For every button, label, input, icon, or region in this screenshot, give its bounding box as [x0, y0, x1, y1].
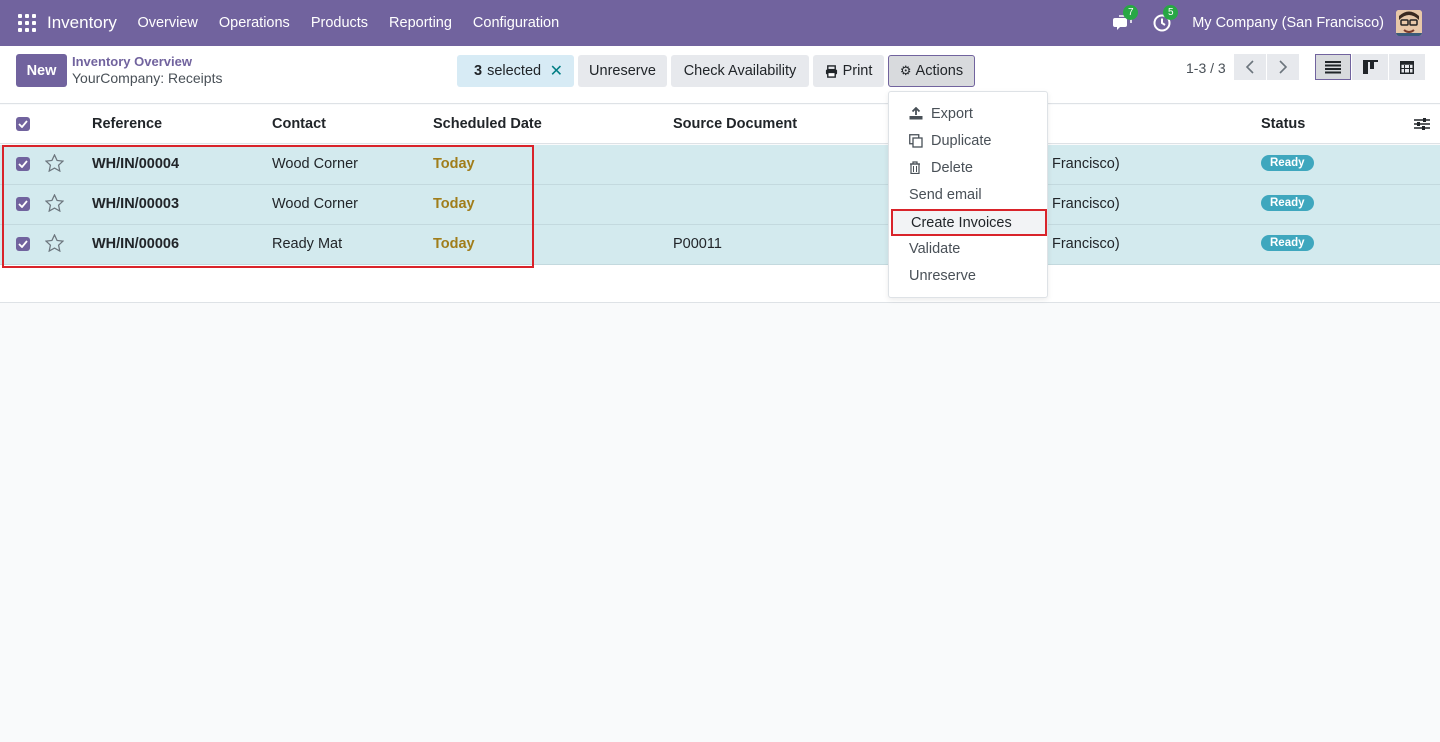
menu-item-validate[interactable]: Validate — [889, 235, 1047, 262]
control-panel: New Inventory Overview YourCompany: Rece… — [0, 46, 1440, 104]
print-label: Print — [842, 63, 873, 79]
messages-icon[interactable]: 7 — [1112, 5, 1139, 33]
menu-configuration[interactable]: Configuration — [462, 15, 569, 31]
cell-company: Francisco) — [1052, 196, 1120, 212]
selection-indicator: 3 selected ✕ — [457, 55, 574, 87]
menu-item-delete[interactable]: Delete — [889, 154, 1047, 181]
new-button[interactable]: New — [16, 54, 67, 87]
status-badge: Ready — [1261, 195, 1314, 211]
menu-item-unreserve[interactable]: Unreserve — [889, 262, 1047, 289]
cell-contact: Ready Mat — [272, 236, 343, 252]
column-header-scheduled-date[interactable]: Scheduled Date — [433, 116, 542, 132]
app-menu-grid-icon[interactable] — [18, 14, 36, 32]
top-navbar: Inventory Overview Operations Products R… — [0, 0, 1440, 46]
clear-selection-close-icon[interactable]: ✕ — [550, 61, 563, 81]
menu-operations[interactable]: Operations — [208, 15, 300, 31]
priority-star-icon[interactable] — [44, 153, 65, 175]
status-badge: Ready — [1261, 235, 1314, 251]
column-header-status[interactable]: Status — [1261, 116, 1305, 132]
selected-count: 3 — [474, 63, 483, 79]
menu-overview[interactable]: Overview — [127, 15, 208, 31]
select-all-checkbox[interactable] — [16, 117, 30, 131]
menu-item-send-email[interactable]: Send email — [889, 181, 1047, 208]
cell-contact: Wood Corner — [272, 196, 358, 212]
cell-reference: WH/IN/00004 — [92, 156, 180, 172]
menu-item-export[interactable]: Export — [889, 100, 1047, 127]
unreserve-button[interactable]: Unreserve — [578, 55, 667, 87]
cell-scheduled-date: Today — [433, 156, 475, 172]
breadcrumb-inventory-overview[interactable]: Inventory Overview — [72, 54, 222, 70]
menu-item-create-invoices[interactable]: Create Invoices — [891, 209, 1047, 236]
row-checkbox[interactable] — [16, 197, 30, 211]
cell-scheduled-date: Today — [433, 196, 475, 212]
activities-count-badge: 5 — [1163, 5, 1179, 20]
check-availability-button[interactable]: Check Availability — [671, 55, 809, 87]
optional-columns-sliders-icon[interactable] — [1414, 117, 1430, 134]
breadcrumb: Inventory Overview YourCompany: Receipts — [72, 54, 222, 86]
menu-reporting[interactable]: Reporting — [379, 15, 463, 31]
cell-source-document: P00011 — [673, 236, 722, 252]
table-row[interactable]: WH/IN/00003 Wood Corner Today Francisco)… — [0, 185, 1440, 225]
company-switcher[interactable]: My Company (San Francisco) — [1192, 15, 1384, 31]
pager-previous-chevron-left-icon[interactable] — [1234, 54, 1266, 80]
actions-button[interactable]: ⚙ Actions — [888, 55, 975, 87]
menu-item-delete-label: Delete — [931, 159, 973, 176]
cell-contact: Wood Corner — [272, 156, 358, 172]
status-badge: Ready — [1261, 155, 1314, 171]
priority-star-icon[interactable] — [44, 193, 65, 215]
menu-products[interactable]: Products — [300, 15, 378, 31]
pager-value[interactable]: 1-3 / 3 — [1186, 60, 1226, 76]
activities-clock-icon[interactable]: 5 — [1152, 5, 1179, 33]
cell-reference: WH/IN/00006 — [92, 236, 180, 252]
table-row[interactable]: WH/IN/00004 Wood Corner Today Francisco)… — [0, 145, 1440, 185]
kanban-view-icon[interactable] — [1352, 54, 1388, 80]
row-checkbox[interactable] — [16, 237, 30, 251]
printer-icon — [825, 64, 837, 78]
gear-icon: ⚙ — [899, 63, 912, 78]
actions-dropdown-menu: Export Duplicate Delete Send email Creat… — [888, 91, 1048, 298]
column-header-contact[interactable]: Contact — [272, 116, 326, 132]
actions-label: Actions — [915, 63, 964, 79]
menu-item-duplicate-label: Duplicate — [931, 132, 992, 149]
column-header-source-document[interactable]: Source Document — [673, 116, 797, 132]
menu-item-duplicate[interactable]: Duplicate — [889, 127, 1047, 154]
calendar-view-icon[interactable] — [1389, 54, 1425, 80]
priority-star-icon[interactable] — [44, 233, 65, 255]
table-row[interactable]: WH/IN/00006 Ready Mat Today P00011 Franc… — [0, 225, 1440, 265]
upload-icon — [909, 107, 925, 120]
list-view-icon[interactable] — [1315, 54, 1351, 80]
app-name[interactable]: Inventory — [47, 13, 117, 33]
menu-item-export-label: Export — [931, 105, 973, 122]
table-header: Reference Contact Scheduled Date Source … — [0, 105, 1440, 144]
cell-company: Francisco) — [1052, 236, 1120, 252]
cell-company: Francisco) — [1052, 156, 1120, 172]
trash-icon — [909, 161, 925, 174]
copy-icon — [909, 133, 925, 148]
print-button[interactable]: Print — [813, 55, 884, 87]
breadcrumb-current: YourCompany: Receipts — [72, 70, 223, 86]
messages-count-badge: 7 — [1123, 5, 1139, 20]
cell-scheduled-date: Today — [433, 236, 475, 252]
empty-row — [0, 265, 1440, 303]
cell-reference: WH/IN/00003 — [92, 196, 180, 212]
column-header-reference[interactable]: Reference — [92, 116, 162, 132]
pager-next-chevron-right-icon[interactable] — [1267, 54, 1299, 80]
selected-label: selected — [487, 63, 542, 79]
user-avatar[interactable] — [1396, 10, 1422, 36]
row-checkbox[interactable] — [16, 157, 30, 171]
